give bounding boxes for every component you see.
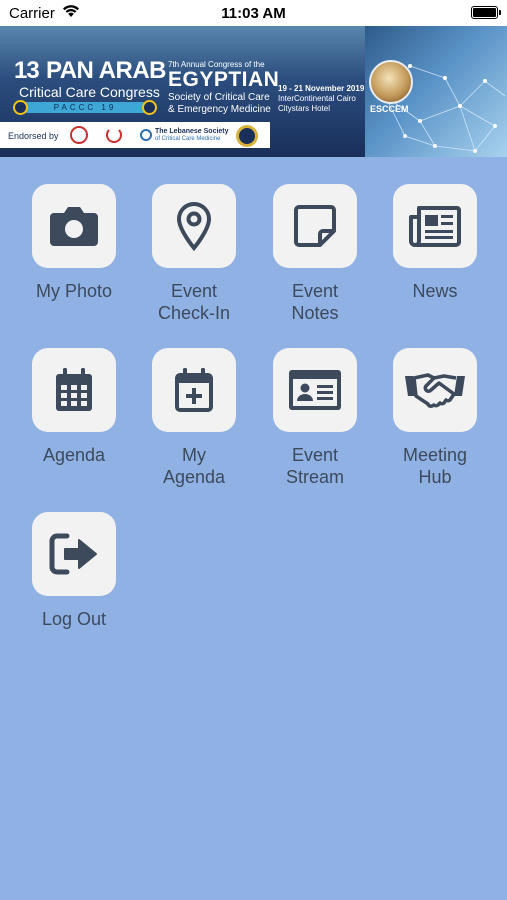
esccem-logo (369, 60, 413, 104)
calendar-icon (56, 368, 92, 411)
log-out-label: Log Out (14, 608, 134, 630)
event-check-in-label: Event Check-In (134, 280, 254, 324)
handshake-icon (405, 373, 465, 408)
event-notes-label: Event Notes (255, 280, 375, 324)
news-label: News (375, 280, 495, 302)
clock: 11:03 AM (221, 5, 286, 22)
label-line: Check-In (157, 303, 231, 323)
label-line: Stream (285, 467, 345, 487)
edition-number: 13 (14, 57, 40, 84)
label-line: News (412, 281, 458, 301)
label-line: Hub (418, 467, 452, 487)
label-line: Agenda (162, 467, 226, 487)
edition-title: PAN ARAB (46, 57, 167, 84)
news-button[interactable] (393, 184, 477, 268)
lebanese-society-logo: The Lebanese Society of Critical Care Me… (140, 127, 230, 144)
battery-icon (471, 6, 501, 19)
agenda-button[interactable] (32, 348, 116, 432)
status-bar: Carrier 11:03 AM (0, 0, 507, 26)
society-line-1: Society of Critical Care (168, 92, 270, 103)
endorser-seal-logo (70, 126, 88, 144)
sign-out-icon (49, 533, 97, 575)
log-out-button[interactable] (32, 512, 116, 596)
sticky-note-icon (294, 205, 336, 247)
my-photo-label: My Photo (14, 280, 134, 302)
society-name: Society of Critical Care & Emergency Med… (168, 92, 271, 116)
event-dates: 19 - 21 November 2019 (278, 84, 365, 93)
society-line-2: & Emergency Medicine (168, 104, 271, 115)
event-stream-button[interactable] (273, 348, 357, 432)
congress-name: Critical Care Congress (19, 84, 160, 100)
society-title: EGYPTIAN (168, 68, 280, 91)
event-venue: InterContinental Cairo Citystars Hotel (278, 94, 356, 114)
map-pin-icon (176, 201, 212, 251)
camera-icon (50, 207, 98, 246)
logo-caption: ESCCEM (370, 104, 409, 114)
label-line: Event (170, 281, 218, 301)
venue-line-1: InterContinental Cairo (278, 94, 356, 103)
label-line: Notes (291, 303, 339, 323)
label-line: Event (291, 445, 339, 465)
label-line: My Photo (35, 281, 113, 301)
lebanese-society-line-2: of Critical Care Medicine (155, 136, 221, 142)
event-check-in-button[interactable] (152, 184, 236, 268)
event-notes-button[interactable] (273, 184, 357, 268)
calendar-plus-icon (175, 368, 213, 412)
meeting-hub-button[interactable] (393, 348, 477, 432)
venue-line-2: Citystars Hotel (278, 104, 331, 113)
meeting-hub-label: Meeting Hub (375, 444, 495, 488)
label-line: Log Out (41, 609, 107, 629)
lebanese-society-mark-icon (140, 129, 152, 141)
id-card-icon (289, 370, 341, 410)
label-line: Agenda (42, 445, 106, 465)
event-banner: 13 PAN ARAB Critical Care Congress PACCC… (0, 26, 507, 157)
my-agenda-label: My Agenda (134, 444, 254, 488)
event-stream-label: Event Stream (255, 444, 375, 488)
lebanese-society-line-1: The Lebanese Society (155, 128, 229, 135)
gold-ring-logo (236, 125, 258, 147)
label-line: Meeting (402, 445, 468, 465)
congress-short-name: PACCC 19 (13, 100, 157, 115)
agenda-label: Agenda (14, 444, 134, 466)
endorsed-by-label: Endorsed by (8, 131, 59, 141)
newspaper-icon (409, 206, 461, 247)
label-line: My (182, 445, 206, 465)
my-photo-button[interactable] (32, 184, 116, 268)
endorser-emblem-logo (106, 127, 122, 143)
my-agenda-button[interactable] (152, 348, 236, 432)
label-line: Event (291, 281, 339, 301)
